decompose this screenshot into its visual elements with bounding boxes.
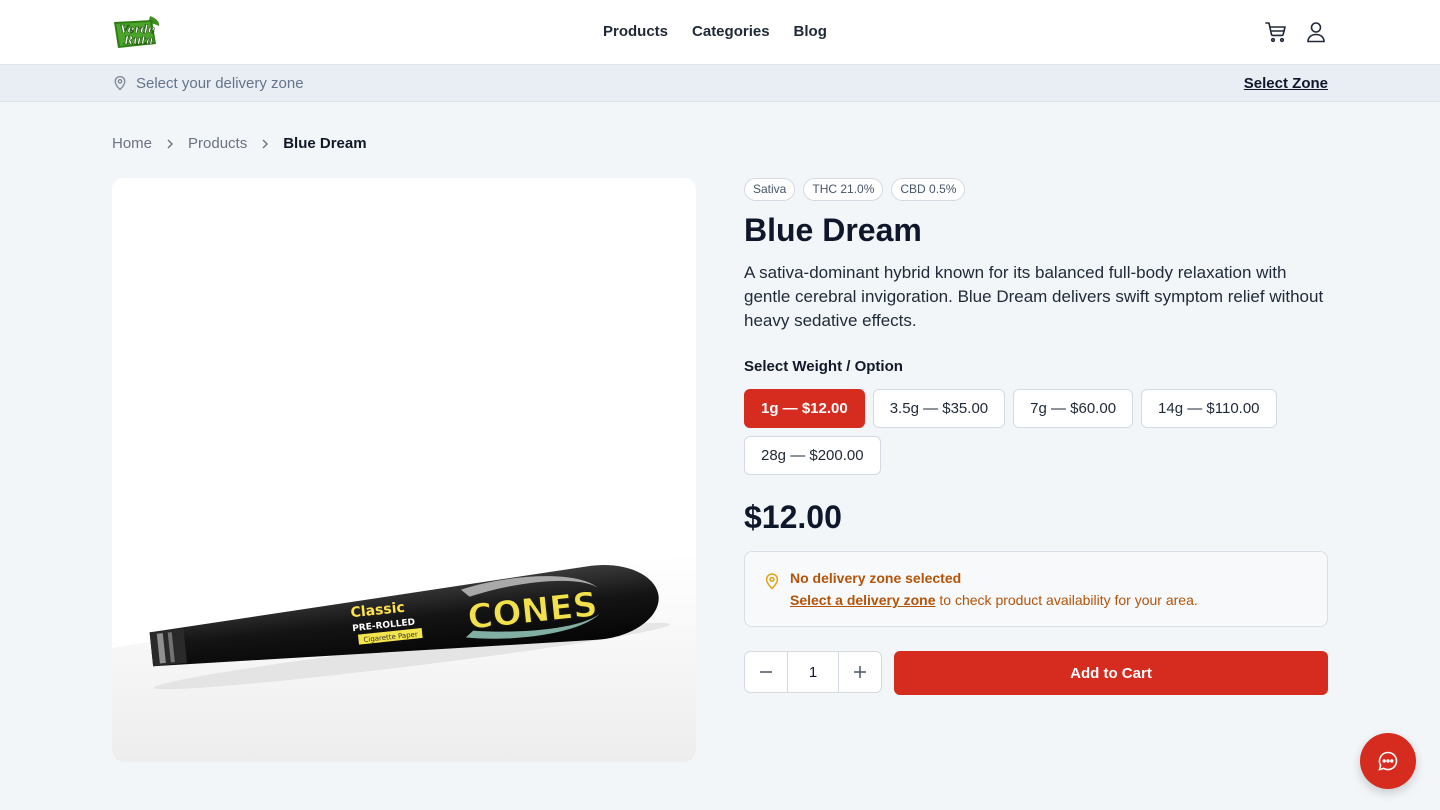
select-zone-link[interactable]: Select Zone (1244, 74, 1328, 93)
notice-body: Select a delivery zone to check product … (790, 592, 1198, 609)
delivery-zone-bar: Select your delivery zone Select Zone (0, 65, 1440, 102)
notice-body-text: to check product availability for your a… (935, 592, 1198, 608)
quantity-value[interactable]: 1 (787, 652, 839, 692)
decrease-quantity-button[interactable] (745, 652, 787, 692)
add-to-cart-button[interactable]: Add to Cart (894, 651, 1328, 695)
map-pin-icon (765, 573, 779, 590)
site-header: Verde Ruta Products Categories Blog (0, 0, 1440, 65)
weight-options: 1g — $12.00 3.5g — $35.00 7g — $60.00 14… (744, 389, 1328, 475)
product-title: Blue Dream (744, 212, 922, 248)
delivery-zone-notice: No delivery zone selected Select a deliv… (744, 551, 1328, 627)
breadcrumb-products[interactable]: Products (188, 135, 247, 153)
chat-bubble-icon (1378, 751, 1398, 771)
increase-quantity-button[interactable] (839, 652, 881, 692)
badge-cbd: CBD 0.5% (891, 178, 966, 201)
product-badges: Sativa THC 21.0% CBD 0.5% (744, 178, 966, 201)
notice-title: No delivery zone selected (790, 570, 962, 586)
option-3-5g[interactable]: 3.5g — $35.00 (872, 389, 1006, 428)
delivery-zone-text: Select your delivery zone (136, 75, 304, 92)
cart-button[interactable] (1264, 20, 1288, 44)
svg-text:Ruta: Ruta (123, 34, 153, 47)
map-pin-icon (114, 75, 126, 91)
breadcrumb-current: Blue Dream (283, 135, 367, 152)
nav-blog[interactable]: Blog (794, 22, 827, 42)
cart-icon (1265, 22, 1286, 43)
product-description: A sativa-dominant hybrid known for its b… (744, 263, 1324, 330)
minus-icon (760, 671, 772, 673)
breadcrumb: Home Products Blue Dream (112, 135, 367, 153)
user-icon (1307, 22, 1325, 43)
main-nav: Products Categories Blog (603, 22, 827, 42)
account-button[interactable] (1304, 20, 1328, 44)
option-14g[interactable]: 14g — $110.00 (1141, 389, 1277, 428)
chat-button[interactable] (1360, 733, 1416, 789)
option-28g[interactable]: 28g — $200.00 (744, 436, 881, 475)
chevron-right-icon (167, 139, 174, 149)
logo[interactable]: Verde Ruta (112, 14, 162, 50)
badge-strain-type: Sativa (744, 178, 796, 201)
option-label: Select Weight / Option (744, 358, 903, 375)
nav-categories[interactable]: Categories (692, 22, 770, 42)
product-photo: Classic PRE-ROLLED Cigarette Paper CONES (112, 178, 696, 762)
plus-icon (854, 666, 866, 678)
breadcrumb-home[interactable]: Home (112, 135, 152, 153)
option-7g[interactable]: 7g — $60.00 (1013, 389, 1134, 428)
badge-thc: THC 21.0% (803, 178, 884, 201)
quantity-stepper: 1 (744, 651, 882, 693)
product-image: Classic PRE-ROLLED Cigarette Paper CONES (112, 178, 696, 762)
nav-products[interactable]: Products (603, 22, 668, 42)
product-price: $12.00 (744, 499, 842, 535)
select-delivery-zone-link[interactable]: Select a delivery zone (790, 592, 936, 608)
chevron-right-icon (262, 139, 269, 149)
option-1g[interactable]: 1g — $12.00 (744, 389, 865, 428)
verde-ruta-logo-icon: Verde Ruta (114, 16, 160, 48)
